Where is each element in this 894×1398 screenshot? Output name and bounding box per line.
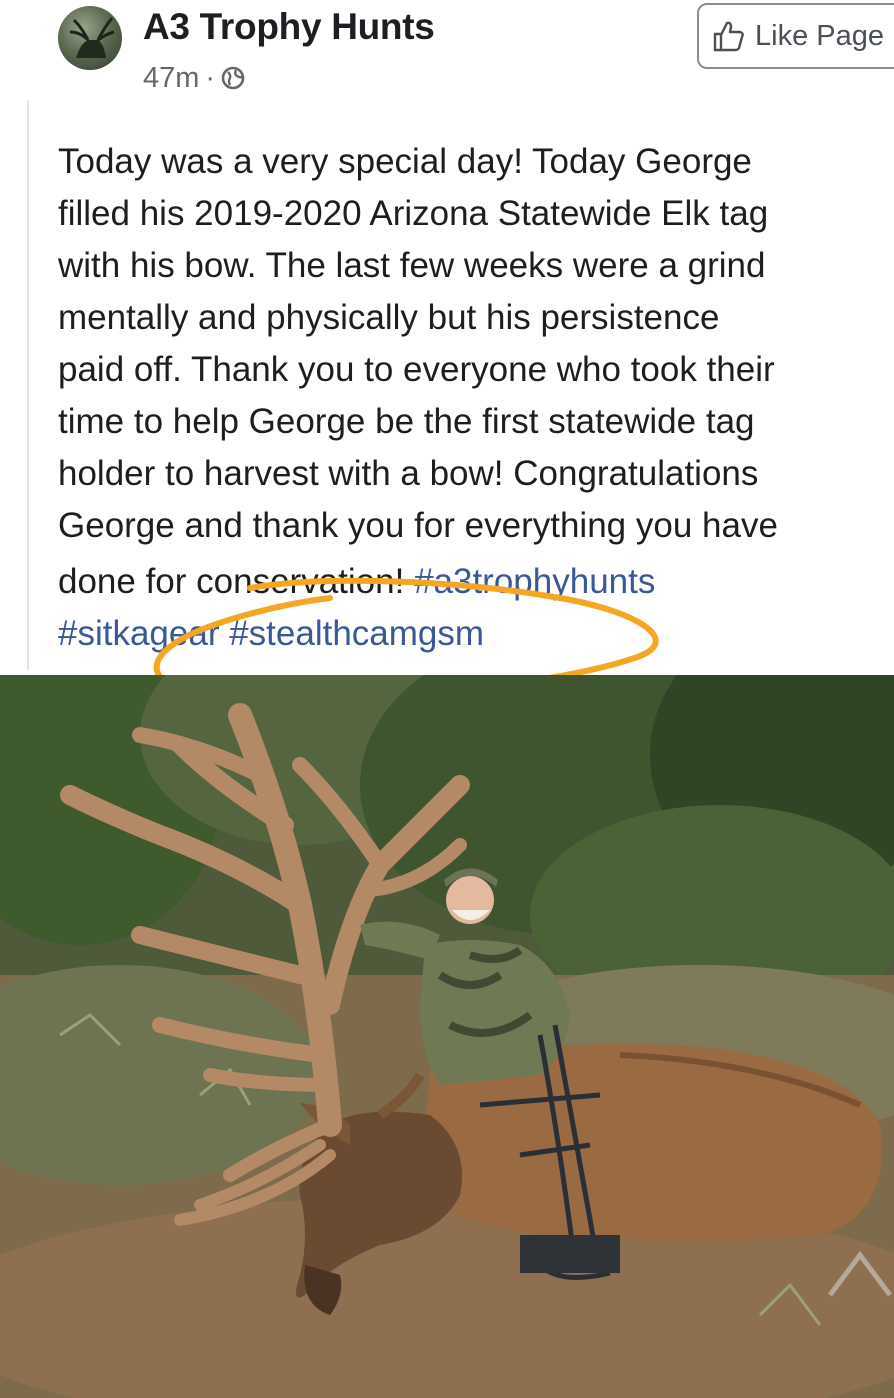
- post-photo[interactable]: [0, 675, 894, 1398]
- post-meta: 47m ·: [143, 62, 245, 95]
- elk-silhouette-icon: [69, 17, 115, 58]
- thumbs-up-icon: [713, 21, 744, 52]
- hashtag-link[interactable]: #a3trophyhunts: [414, 562, 655, 601]
- meta-separator: ·: [205, 62, 216, 94]
- post-header: A3 Trophy Hunts 47m · Like Page: [0, 0, 894, 120]
- post-divider: [27, 100, 29, 670]
- like-page-label: Like Page: [755, 19, 884, 52]
- page-avatar[interactable]: [58, 6, 122, 70]
- post-body-text: Today was a very special day! Today Geor…: [58, 142, 778, 545]
- like-page-button[interactable]: Like Page: [697, 3, 894, 69]
- timestamp[interactable]: 47m: [143, 62, 199, 94]
- globe-icon: [221, 66, 245, 90]
- page-name-link[interactable]: A3 Trophy Hunts: [143, 6, 435, 48]
- hashtag-link[interactable]: #sitkagear: [58, 614, 219, 653]
- post-body-tail-text: done for conservation!: [58, 562, 415, 601]
- hashtag-link[interactable]: #stealthcamgsm: [229, 614, 484, 653]
- elk-hunt-photo: [0, 675, 894, 1398]
- post-body-tail: done for conservation! #a3trophyhunts #s…: [58, 556, 894, 660]
